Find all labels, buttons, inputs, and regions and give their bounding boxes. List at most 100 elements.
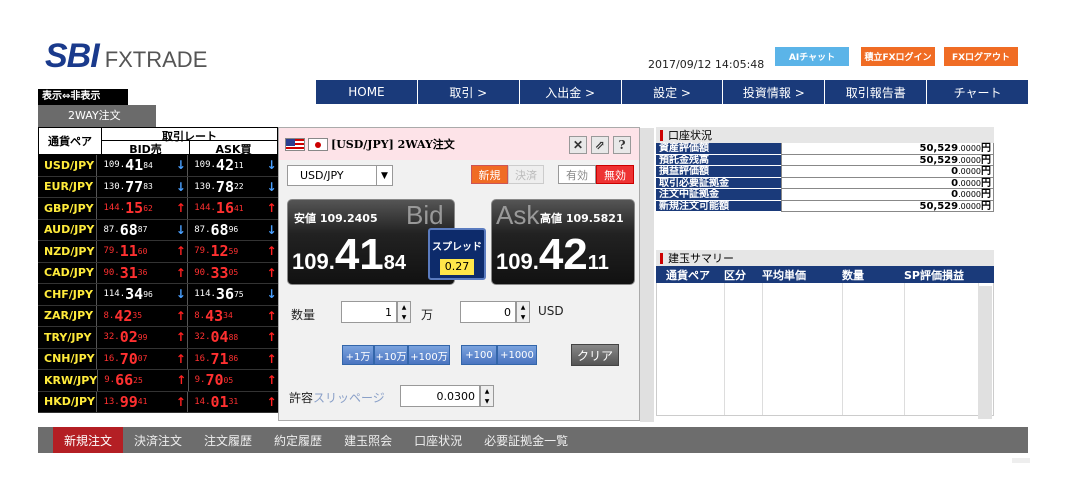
tab-new-order[interactable]: 新規注文	[53, 427, 124, 453]
add-1000-button[interactable]: +1000	[497, 345, 537, 365]
bid-rate-int: 32.	[103, 332, 120, 343]
bid-rate[interactable]: 90. 31 36	[96, 262, 174, 283]
bid-rate[interactable]: 109. 41 84	[96, 155, 174, 176]
rate-row[interactable]: HKD/JPY 13. 99 41 ↑ 14. 01 31 ↑	[38, 391, 278, 413]
settle-order-button[interactable]: 決済	[508, 165, 544, 184]
bid-pip: 84	[383, 252, 407, 274]
bid-rate[interactable]: 13. 99 41	[96, 391, 174, 412]
new-order-button[interactable]: 新規	[471, 165, 508, 184]
rate-row[interactable]: CAD/JPY 90. 31 36 ↑ 90. 33 05 ↑	[38, 262, 278, 284]
rate-row[interactable]: GBP/JPY 144. 15 62 ↑ 144. 16 41 ↑	[38, 198, 278, 220]
rate-row[interactable]: AUD/JPY 87. 68 87 ↓ 87. 68 96 ↓	[38, 219, 278, 241]
bid-rate-int: 79.	[103, 246, 120, 257]
add-100-button[interactable]: +100	[461, 345, 497, 365]
add-10k-button[interactable]: +1万	[342, 345, 374, 365]
enable-button[interactable]: 有効	[558, 165, 596, 184]
usd-qty-stepper[interactable]: ▲ ▼	[516, 301, 530, 323]
up-arrow-icon: ↑	[266, 201, 277, 216]
rate-row[interactable]: CHF/JPY 114. 34 96 ↓ 114. 36 75 ↓	[38, 284, 278, 306]
add-1m-button[interactable]: +100万	[408, 345, 450, 365]
rate-row[interactable]: EUR/JPY 130. 77 83 ↓ 130. 78 22 ↓	[38, 176, 278, 198]
nav-home[interactable]: HOME	[316, 80, 418, 104]
ask-rate[interactable]: 87. 68 96	[187, 219, 265, 240]
slippage-stepper[interactable]: ▲ ▼	[480, 385, 494, 407]
ai-chat-button[interactable]: AIチャット	[775, 47, 849, 66]
bid-rate-main: 34	[125, 285, 144, 304]
nav-report[interactable]: 取引報告書	[825, 80, 928, 104]
tab-account[interactable]: 口座状況	[403, 427, 473, 453]
ask-rate[interactable]: 109. 42 11	[187, 155, 265, 176]
clear-button[interactable]: クリア	[571, 344, 619, 366]
tab-2way-order[interactable]: 2WAY注文	[38, 105, 156, 127]
ask-rate[interactable]: 79. 12 59	[187, 241, 265, 262]
slippage-input[interactable]: 0.0300	[400, 385, 480, 407]
help-icon[interactable]: ?	[613, 136, 631, 154]
nav-chart[interactable]: チャート	[927, 80, 1028, 104]
summary-scrollbar[interactable]	[978, 286, 992, 419]
bid-rate-int: 90.	[103, 267, 120, 278]
summary-section-header: 建玉サマリー	[656, 250, 994, 266]
ask-rate-main: 33	[210, 263, 229, 282]
bid-rate[interactable]: 79. 11 60	[96, 241, 174, 262]
summary-col-avg: 平均単価	[762, 268, 806, 282]
nav-settings[interactable]: 設定 >	[622, 80, 724, 104]
rate-row[interactable]: USD/JPY 109. 41 84 ↓ 109. 42 11 ↓	[38, 155, 278, 177]
rate-row[interactable]: KRW/JPY 9. 66 25 ↑ 9. 70 05 ↑	[38, 370, 278, 392]
logout-button[interactable]: FXログアウト	[944, 47, 1018, 66]
dialog-scrollbar[interactable]	[640, 128, 654, 422]
disable-button[interactable]: 無効	[596, 165, 634, 184]
close-icon[interactable]: ✕	[569, 136, 587, 154]
usd-qty-input[interactable]: 0	[460, 301, 516, 323]
add-100k-button[interactable]: +10万	[374, 345, 408, 365]
tsumitate-login-button[interactable]: 積立FXログイン	[861, 47, 935, 66]
qty-stepper[interactable]: ▲ ▼	[397, 301, 411, 323]
rate-row[interactable]: NZD/JPY 79. 11 60 ↑ 79. 12 59 ↑	[38, 241, 278, 263]
bid-rate[interactable]: 130. 77 83	[96, 176, 174, 197]
ask-rate[interactable]: 144. 16 41	[187, 198, 265, 219]
ask-rate[interactable]: 130. 78 22	[187, 176, 265, 197]
ask-rate[interactable]: 114. 36 75	[187, 284, 265, 305]
ask-rate[interactable]: 32. 04 88	[187, 327, 265, 348]
bid-rate[interactable]: 16. 70 07	[96, 348, 174, 369]
qty-input[interactable]: 1	[341, 301, 397, 323]
rate-row[interactable]: CNH/JPY 16. 70 07 ↑ 16. 71 86 ↑	[38, 348, 278, 370]
bid-rate-main: 68	[119, 220, 138, 239]
sbi-logo: SBI FXTRADE	[45, 36, 207, 76]
ask-price-panel[interactable]: Ask 高値 109.5821 109.4211	[491, 199, 635, 285]
bid-rate-main: 11	[119, 242, 138, 261]
ask-rate-int: 32.	[194, 332, 211, 343]
account-value-unit: 円	[981, 166, 991, 177]
rate-row[interactable]: TRY/JPY 32. 02 99 ↑ 32. 04 88 ↑	[38, 327, 278, 349]
rate-row[interactable]: ZAR/JPY 8. 42 35 ↑ 8. 43 34 ↑	[38, 305, 278, 327]
ask-rate[interactable]: 9. 70 05	[187, 370, 266, 391]
toggle-display-button[interactable]: 表示⇔非表示	[38, 89, 128, 105]
bid-rate[interactable]: 9. 66 25	[97, 370, 175, 391]
bid-rate-int: 114.	[103, 289, 126, 300]
tab-execution-history[interactable]: 約定履歴	[263, 427, 333, 453]
account-value-int: 50,529	[919, 200, 959, 212]
nav-trade[interactable]: 取引 >	[418, 80, 520, 104]
tab-settle-order[interactable]: 決済注文	[123, 427, 193, 453]
dialog-title-bar: [USD/JPY] 2WAY注文 ✕ ⇗ ?	[279, 128, 639, 160]
ask-rate[interactable]: 14. 01 31	[187, 391, 265, 412]
bid-rate[interactable]: 87. 68 87	[96, 219, 174, 240]
nav-deposit[interactable]: 入出金 >	[520, 80, 622, 104]
tab-positions[interactable]: 建玉照会	[333, 427, 403, 453]
ask-rate-main: 71	[210, 349, 229, 368]
summary-body	[656, 283, 994, 416]
tab-order-history[interactable]: 注文履歴	[193, 427, 263, 453]
bid-rate[interactable]: 32. 02 99	[96, 327, 174, 348]
account-value-dec: .0000	[958, 155, 981, 165]
pair-select[interactable]: USD/JPY ▼	[287, 165, 393, 186]
bid-rate[interactable]: 114. 34 96	[96, 284, 174, 305]
tab-margin-list[interactable]: 必要証拠金一覧	[473, 427, 579, 453]
nav-info[interactable]: 投資情報 >	[723, 80, 826, 104]
ask-rate-int: 79.	[194, 246, 211, 257]
ask-rate[interactable]: 16. 71 86	[187, 348, 265, 369]
popout-icon[interactable]: ⇗	[591, 136, 609, 154]
bid-rate-int: 9.	[104, 375, 116, 386]
ask-rate[interactable]: 8. 43 34	[187, 305, 265, 326]
ask-rate[interactable]: 90. 33 05	[187, 262, 265, 283]
bid-rate[interactable]: 8. 42 35	[96, 305, 174, 326]
bid-rate[interactable]: 144. 15 62	[96, 198, 174, 219]
